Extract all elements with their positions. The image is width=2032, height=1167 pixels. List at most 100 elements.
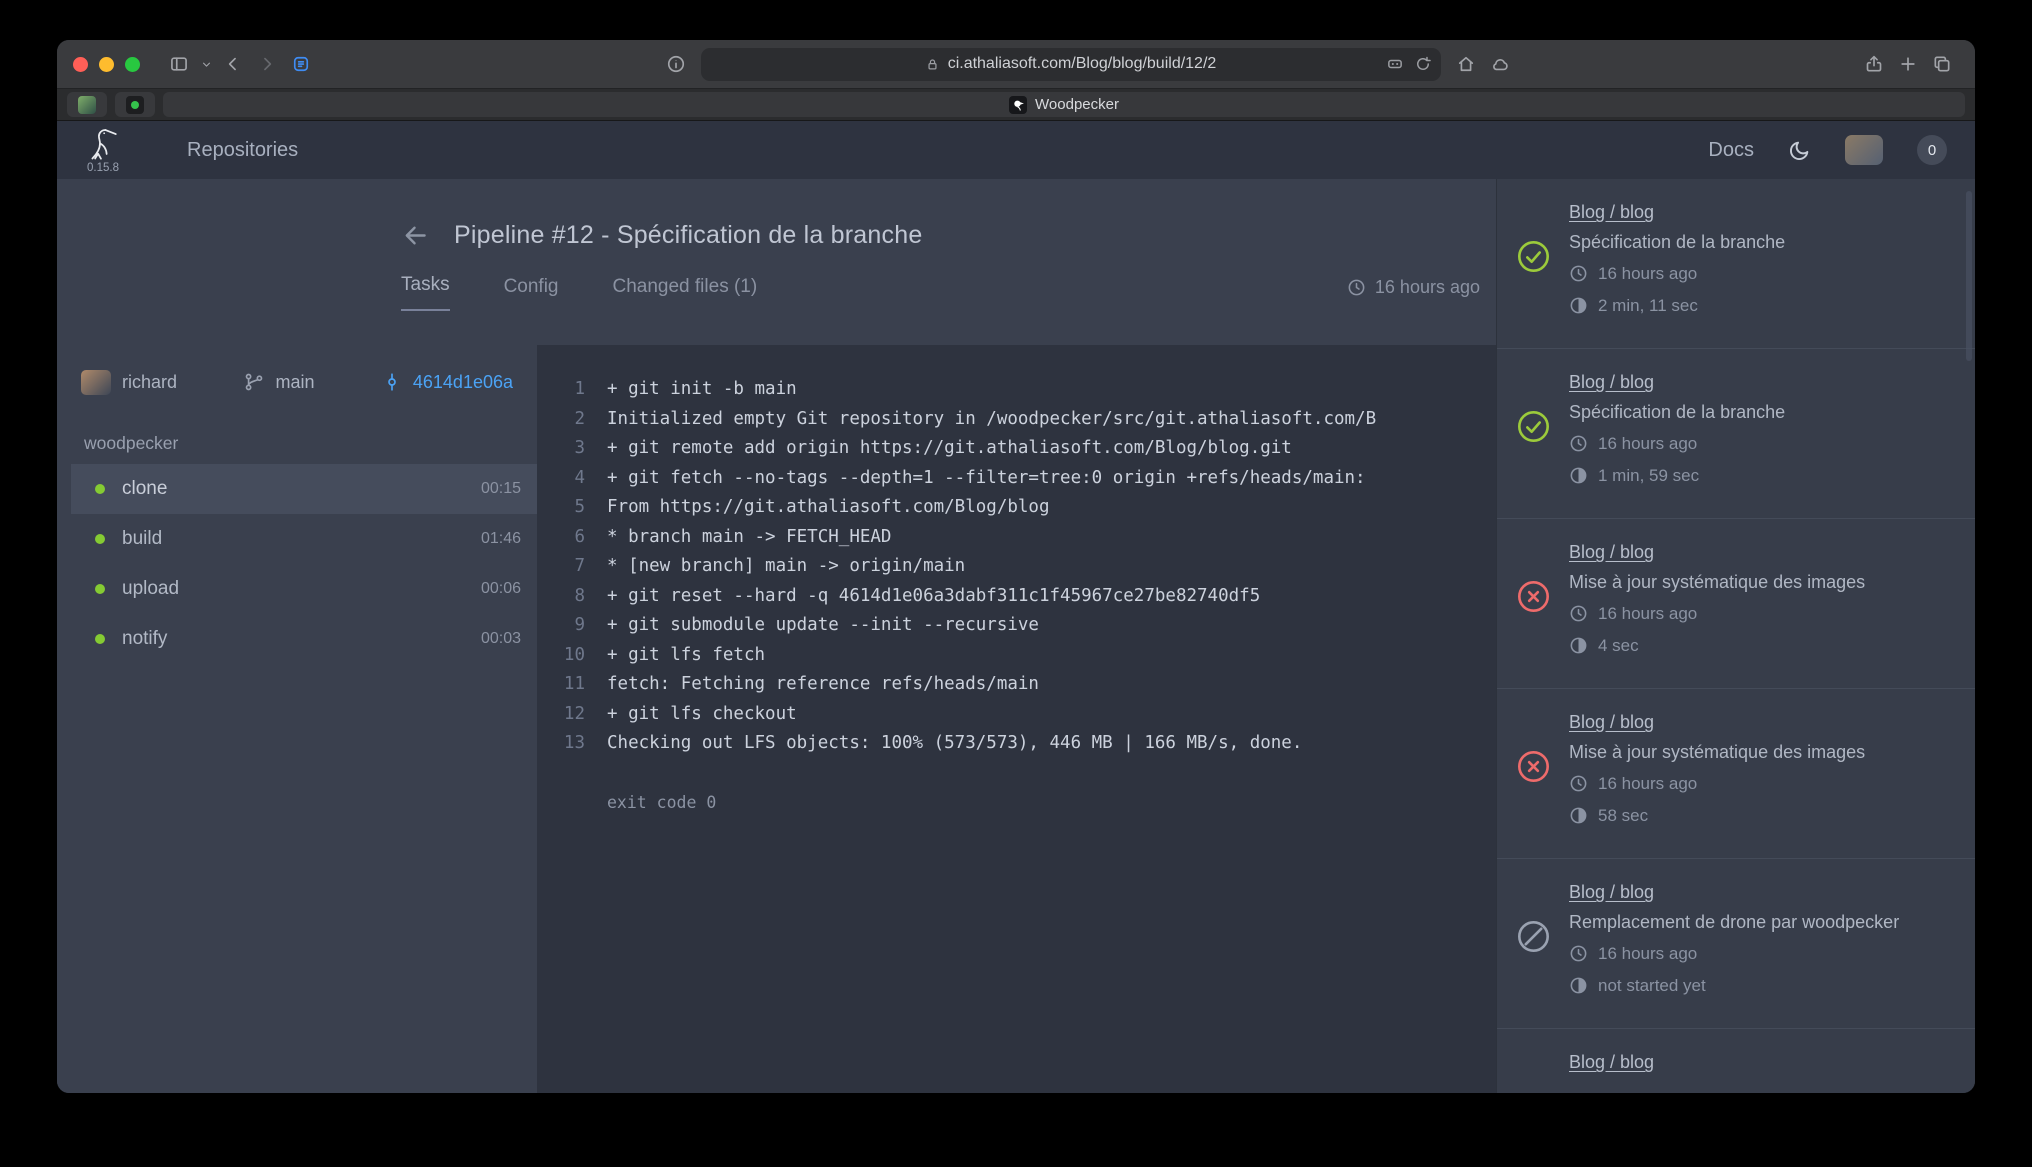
tab-config[interactable]: Config — [504, 276, 559, 311]
cloud-tabs-button[interactable] — [1483, 49, 1517, 79]
zoom-button[interactable] — [125, 57, 140, 72]
extension-icon[interactable] — [284, 49, 318, 79]
steps-group-label: woodpecker — [57, 419, 537, 464]
exit-code: exit code 0 — [555, 788, 1480, 818]
log-line-text: * branch main -> FETCH_HEAD — [607, 523, 891, 553]
tab-tasks[interactable]: Tasks — [401, 274, 450, 311]
sidebar-chevron-icon[interactable] — [196, 49, 216, 79]
build-repo-link[interactable]: Blog / blog — [1569, 542, 1654, 563]
step-duration: 00:06 — [481, 580, 521, 598]
build-item[interactable]: Blog / blog Mise à jour systématique des… — [1497, 519, 1975, 689]
build-item[interactable]: Blog / blog Mise à jour systématique des… — [1497, 689, 1975, 859]
new-tab-button[interactable] — [1891, 49, 1925, 79]
build-item[interactable]: Blog / blog Spécification de la branche … — [1497, 179, 1975, 349]
log-line: 9+ git submodule update --init --recursi… — [555, 611, 1480, 641]
step-name: upload — [122, 578, 179, 600]
address-bar[interactable]: ci.athaliasoft.com/Blog/blog/build/12/2 — [701, 48, 1441, 81]
elapsed-icon — [1569, 806, 1588, 825]
build-failure-icon — [1515, 541, 1555, 674]
pipeline-time: 16 hours ago — [1347, 277, 1480, 311]
close-button[interactable] — [73, 57, 88, 72]
build-duration: 58 sec — [1569, 803, 1865, 828]
notifications-badge[interactable]: 0 — [1917, 135, 1947, 165]
build-time: 16 hours ago — [1569, 771, 1865, 796]
sidebar-toggle-button[interactable] — [162, 49, 196, 79]
build-not-started-icon — [1515, 881, 1555, 1014]
nav-docs[interactable]: Docs — [1708, 139, 1754, 162]
website-settings-icon[interactable] — [1386, 55, 1404, 73]
log-panel[interactable]: 1+ git init -b main 2Initialized empty G… — [537, 345, 1496, 1093]
build-message: Remplacement de drone par woodpecker — [1569, 910, 1899, 934]
log-line-text: Initialized empty Git repository in /woo… — [607, 405, 1376, 435]
back-button[interactable] — [216, 49, 250, 79]
active-browser-tab[interactable]: Woodpecker — [163, 92, 1965, 117]
build-duration: 2 min, 11 sec — [1569, 293, 1785, 318]
dark-mode-toggle-moon-icon[interactable] — [1788, 139, 1811, 162]
build-success-icon — [1515, 201, 1555, 334]
minimize-button[interactable] — [99, 57, 114, 72]
browser-tab-bar: Woodpecker — [57, 89, 1975, 121]
log-line: 3+ git remote add origin https://git.ath… — [555, 434, 1480, 464]
build-repo-link[interactable]: Blog / blog — [1569, 712, 1654, 733]
forward-button[interactable] — [250, 49, 284, 79]
step-duration: 01:46 — [481, 530, 521, 548]
build-repo-link[interactable]: Blog / blog — [1569, 372, 1654, 393]
commit-author: richard — [81, 370, 177, 395]
home-button[interactable] — [1449, 49, 1483, 79]
tab-overview-button[interactable] — [1925, 49, 1959, 79]
build-repo-link[interactable]: Blog / blog — [1569, 882, 1654, 903]
build-status-icon — [1515, 1051, 1555, 1093]
woodpecker-bird-icon — [85, 126, 121, 164]
clock-icon — [1347, 278, 1366, 297]
pinned-tab-2[interactable] — [115, 92, 155, 117]
build-duration-text: not started yet — [1598, 973, 1706, 998]
build-message: Spécification de la branche — [1569, 230, 1785, 254]
log-line-number: 12 — [555, 700, 585, 730]
build-repo-link[interactable]: Blog / blog — [1569, 1052, 1654, 1073]
log-line: 4+ git fetch --no-tags --depth=1 --filte… — [555, 464, 1480, 494]
elapsed-icon — [1569, 636, 1588, 655]
log-line-number: 1 — [555, 375, 585, 405]
log-line: 5From https://git.athaliasoft.com/Blog/b… — [555, 493, 1480, 523]
commit-link[interactable]: 4614d1e06a — [382, 372, 513, 393]
step-notify[interactable]: notify 00:03 — [71, 614, 537, 664]
build-message: Spécification de la branche — [1569, 400, 1785, 424]
reload-icon[interactable] — [1414, 55, 1432, 73]
woodpecker-logo[interactable]: 0.15.8 — [85, 126, 121, 174]
share-button[interactable] — [1857, 49, 1891, 79]
sidebar-scrollbar[interactable] — [1966, 191, 1972, 361]
info-icon[interactable] — [659, 49, 693, 79]
step-name: clone — [122, 478, 167, 500]
browser-window: ci.athaliasoft.com/Blog/blog/build/12/2 … — [57, 40, 1975, 1093]
user-avatar[interactable] — [1845, 135, 1883, 165]
log-line-text: + git submodule update --init --recursiv… — [607, 611, 1039, 641]
steps-panel: richard main 4614d1e06a woodpecker — [57, 345, 537, 1093]
log-line: 6* branch main -> FETCH_HEAD — [555, 523, 1480, 553]
log-line-number: 8 — [555, 582, 585, 612]
build-item[interactable]: Blog / blog Remplacement de drone par wo… — [1497, 859, 1975, 1029]
pinned-tab-2-favicon — [126, 96, 144, 114]
tab-title: Woodpecker — [1035, 96, 1119, 113]
log-line-text: + git remote add origin https://git.atha… — [607, 434, 1292, 464]
log-line-text: From https://git.athaliasoft.com/Blog/bl… — [607, 493, 1050, 523]
step-upload[interactable]: upload 00:06 — [71, 564, 537, 614]
build-repo-link[interactable]: Blog / blog — [1569, 202, 1654, 223]
pipeline-tabs: Tasks Config Changed files (1) 16 hours … — [57, 274, 1496, 311]
build-duration-text: 1 min, 59 sec — [1598, 463, 1699, 488]
pinned-tab-1[interactable] — [67, 92, 107, 117]
log-line: 10+ git lfs fetch — [555, 641, 1480, 671]
step-duration: 00:03 — [481, 630, 521, 648]
step-clone[interactable]: clone 00:15 — [71, 464, 537, 514]
clock-icon — [1569, 264, 1588, 283]
nav-repositories[interactable]: Repositories — [187, 139, 298, 162]
back-arrow-icon[interactable] — [401, 221, 430, 250]
commit-sha: 4614d1e06a — [413, 372, 513, 393]
step-build[interactable]: build 01:46 — [71, 514, 537, 564]
log-line-text: + git init -b main — [607, 375, 797, 405]
commit-meta-row: richard main 4614d1e06a — [57, 345, 537, 419]
log-line-number: 13 — [555, 729, 585, 759]
build-item[interactable]: Blog / blog — [1497, 1029, 1975, 1093]
build-item[interactable]: Blog / blog Spécification de la branche … — [1497, 349, 1975, 519]
tab-changed-files[interactable]: Changed files (1) — [613, 276, 758, 311]
build-duration: not started yet — [1569, 973, 1899, 998]
